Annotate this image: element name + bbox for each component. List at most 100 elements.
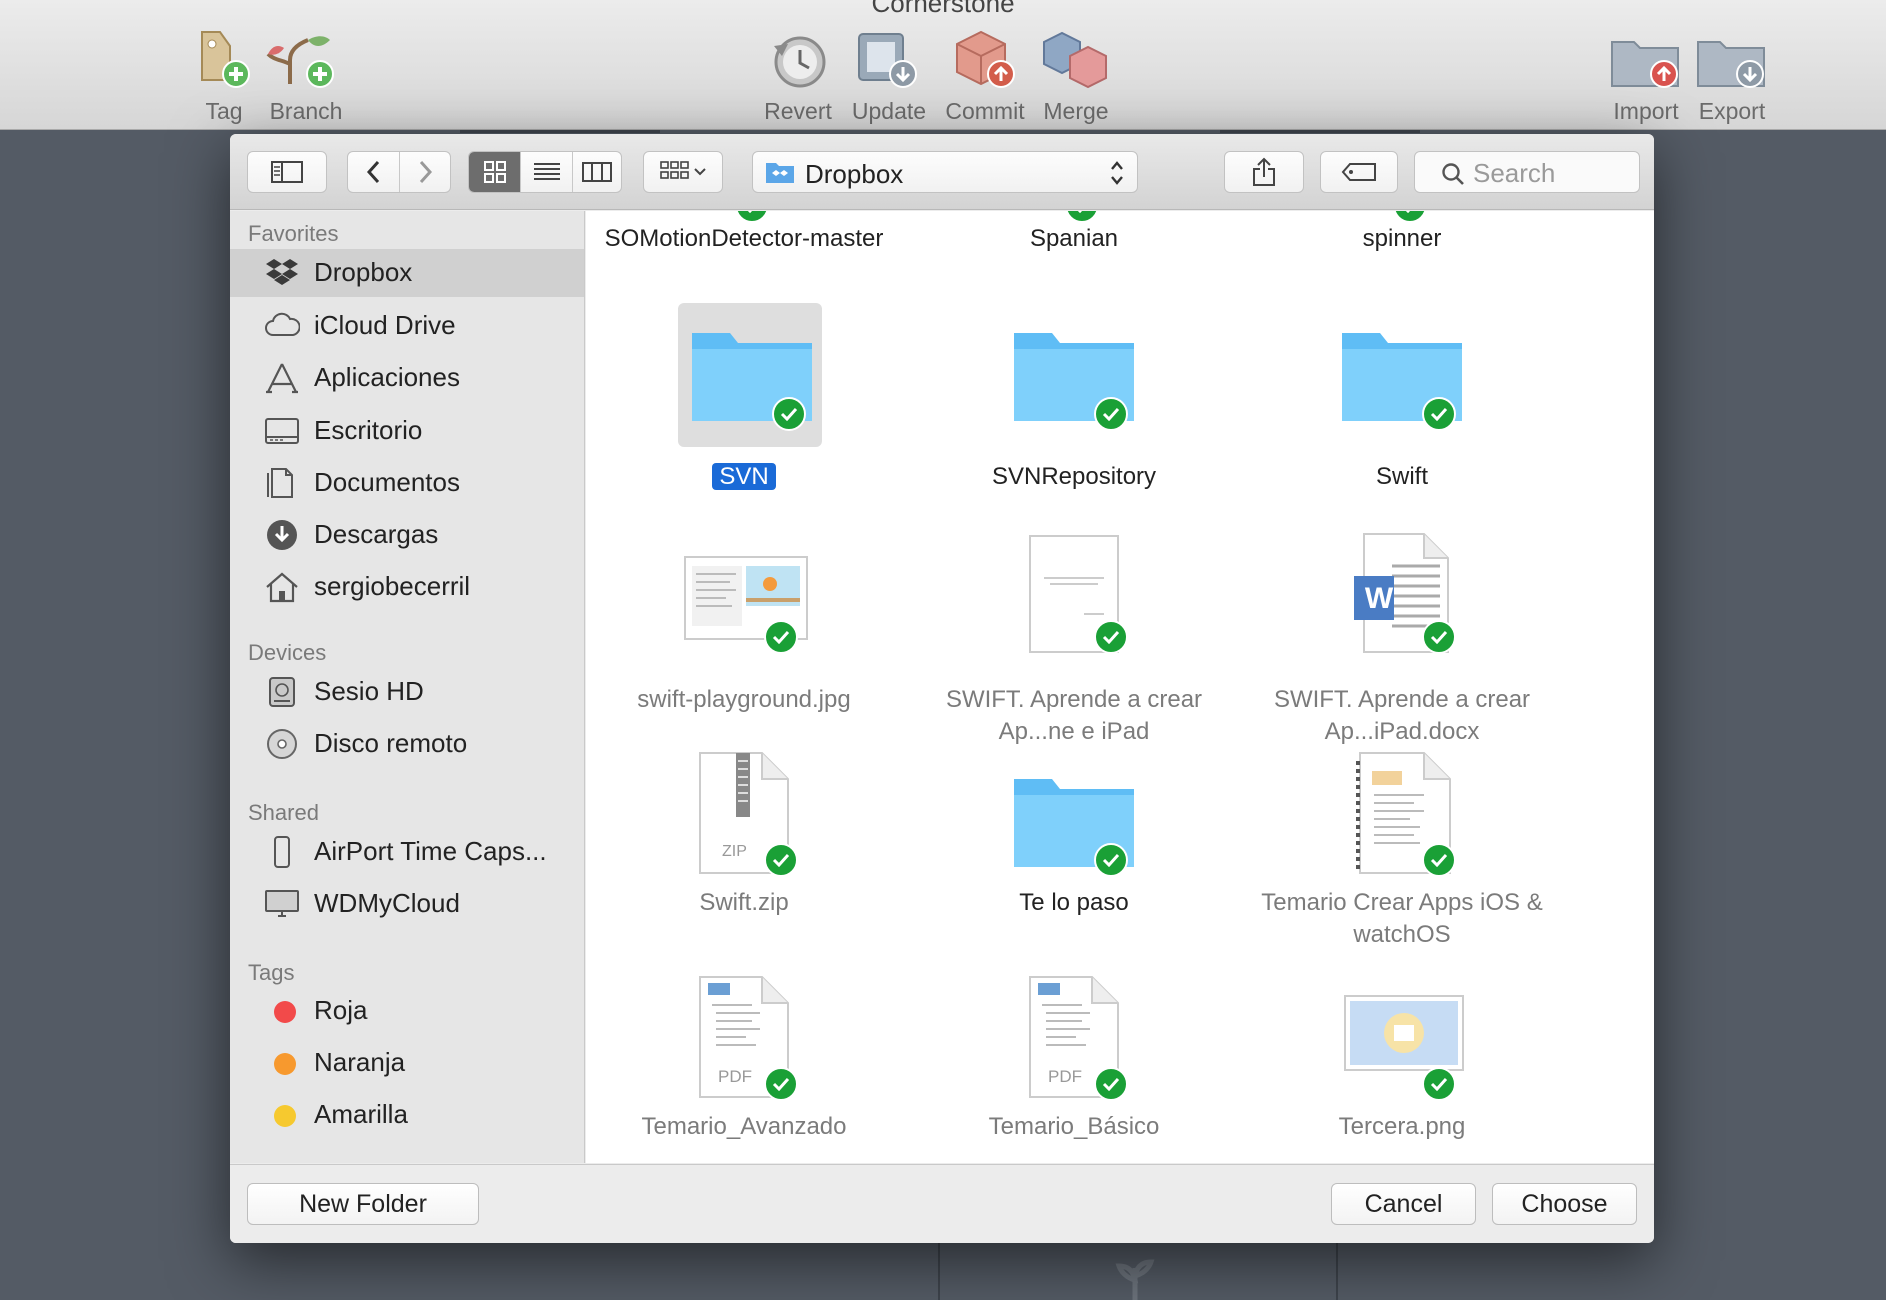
search-icon [1442,163,1464,185]
display-icon [265,890,299,917]
hard-drive-icon [269,677,295,707]
path-popup[interactable]: Dropbox [752,151,1138,193]
new-folder-button[interactable]: New Folder [247,1183,479,1225]
search-field[interactable]: Search [1414,151,1640,193]
synced-check-icon [772,397,806,431]
list-icon [533,163,560,180]
sidebar-item-aplicaciones[interactable]: Aplicaciones [230,354,584,402]
chevron-left-icon [366,160,379,184]
column-view-button[interactable] [573,152,621,192]
up-down-arrows-icon [1111,161,1123,185]
synced-check-icon [1094,620,1128,654]
window-title: Cornerstone [871,0,1015,18]
yellow-tag-dot [274,1105,296,1127]
chevron-right-icon [419,160,433,184]
pdf-label: PDF [1048,1067,1082,1086]
icon-view-button[interactable] [469,152,521,192]
choose-button[interactable]: Choose [1492,1183,1637,1225]
cloud-icon [265,312,300,336]
devices-header: Devices [248,640,327,665]
search-placeholder: Search [1473,158,1556,188]
open-dialog: Dropbox Search Favorites Dropbox iCloud … [230,134,1654,1243]
sidebar-item-dropbox[interactable]: Dropbox [230,249,584,297]
branch-button[interactable]: Branch [260,24,352,125]
pdf-label: PDF [718,1067,752,1086]
shared-header: Shared [248,800,319,825]
synced-check-icon [764,843,798,877]
app-toolbar: Cornerstone Tag Branch Revert Update Com… [0,0,1886,130]
divider [1220,130,1420,133]
red-tag-dot [274,1001,296,1023]
synced-check-icon [735,211,769,223]
update-button[interactable]: Update [843,24,935,125]
file-browser: SOMotionDetector-master Spanian spinner … [586,211,1654,1163]
documents-icon [267,468,293,498]
cornerstone-logo-icon [1115,1259,1155,1300]
sidebar-tag-amarilla[interactable]: Amarilla [230,1091,584,1139]
sidebar-tag-roja[interactable]: Roja [230,987,584,1035]
sidebar-item-escritorio[interactable]: Escritorio [230,407,584,455]
merge-icon [1043,31,1107,89]
sidebar-item-sesio-hd[interactable]: Sesio HD [230,668,584,716]
tag-shape-icon [1321,152,1397,192]
synced-check-icon [764,620,798,654]
path-label: Dropbox [805,159,904,189]
cancel-button[interactable]: Cancel [1331,1183,1476,1225]
export-icon [1697,41,1765,88]
divider [1336,1240,1338,1300]
divider [460,130,660,133]
dropbox-folder-icon [766,163,794,183]
dialog-footer: New Folder Cancel Choose [230,1164,1654,1243]
update-icon [858,33,917,88]
sidebar-item-wdmycloud[interactable]: WDMyCloud [230,880,584,928]
zip-label: ZIP [722,843,747,860]
applications-icon [266,363,298,394]
forward-button[interactable] [400,152,450,192]
arrange-button[interactable] [643,151,723,193]
import-icon [1611,41,1679,88]
sidebar-item-home[interactable]: sergiobecerril [230,563,584,611]
revert-button[interactable]: Revert [752,24,844,125]
sidebar-toggle-button[interactable] [247,151,327,193]
export-button[interactable]: Export [1686,24,1778,125]
sidebar-item-airport[interactable]: AirPort Time Caps... [230,828,584,876]
sidebar: Favorites Dropbox iCloud Drive Aplicacio… [230,211,585,1163]
sidebar-item-documentos[interactable]: Documentos [230,459,584,507]
sidebar-item-disco-remoto[interactable]: Disco remoto [230,720,584,768]
synced-check-icon [1422,397,1456,431]
selected-file-name: SVN [712,463,776,490]
synced-check-icon [1094,397,1128,431]
word-letter: W [1364,582,1394,615]
dialog-toolbar: Dropbox Search [230,134,1654,210]
merge-button[interactable]: Merge [1030,24,1122,125]
dropbox-icon [266,259,298,285]
commit-icon [956,30,1015,88]
home-icon [266,572,298,603]
synced-check-icon [1094,843,1128,877]
synced-check-icon [1094,1067,1128,1101]
synced-check-icon [1422,843,1456,877]
sidebar-item-descargas[interactable]: Descargas [230,511,584,559]
sidebar-tag-naranja[interactable]: Naranja [230,1039,584,1087]
grid-icon [483,161,506,183]
synced-check-icon [1422,1067,1456,1101]
share-button[interactable] [1224,151,1304,193]
synced-check-icon [1065,211,1099,223]
commit-button[interactable]: Commit [939,24,1031,125]
airport-icon [274,836,290,868]
desktop-icon [265,418,299,444]
favorites-header: Favorites [248,221,339,246]
list-view-button[interactable] [521,152,573,192]
columns-icon [582,162,612,182]
tags-header: Tags [248,960,295,985]
synced-check-icon [764,1067,798,1101]
import-button[interactable]: Import [1600,24,1692,125]
sidebar-item-icloud-drive[interactable]: iCloud Drive [230,302,584,350]
back-button[interactable] [348,152,400,192]
tag-button[interactable]: Tag [178,24,270,125]
branch-icon [266,36,334,88]
tag-edit-button[interactable] [1320,151,1398,193]
remote-disc-icon [267,729,297,759]
synced-check-icon [1422,620,1456,654]
sidebar-icon [248,152,326,192]
